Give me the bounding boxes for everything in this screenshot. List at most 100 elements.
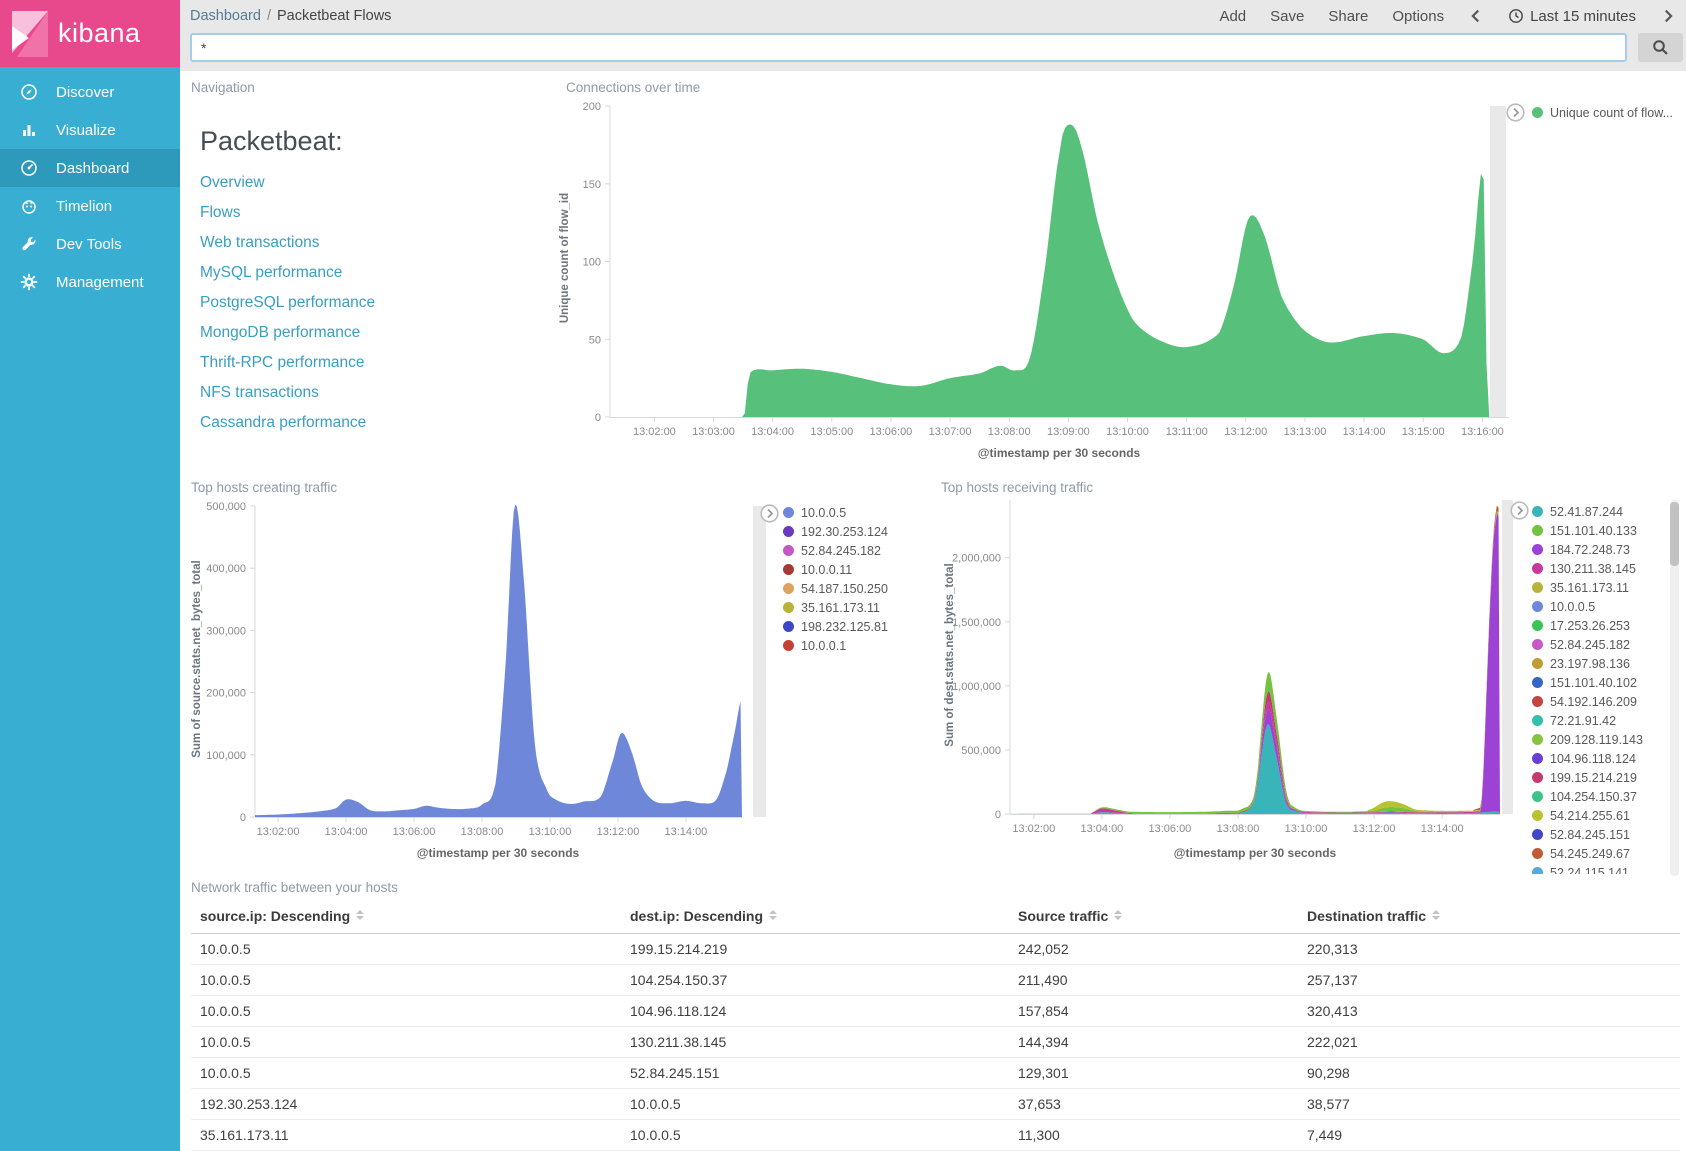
column-header-Destination traffic[interactable]: Destination traffic [1298,898,1680,934]
legend-item[interactable]: 10.0.0.1 [783,636,923,655]
nav-link-cassandra-performance[interactable]: Cassandra performance [200,408,375,438]
sidebar-item-dashboard[interactable]: Dashboard [0,149,180,187]
legend-toggle-icon[interactable] [760,504,779,523]
svg-text:13:10:00: 13:10:00 [1285,823,1328,835]
svg-text:13:09:00: 13:09:00 [1047,426,1090,438]
nav-link-overview[interactable]: Overview [200,168,375,198]
legend-item[interactable]: 151.101.40.102 [1532,673,1664,692]
sidebar-item-label: Management [56,274,144,291]
search-icon [1652,39,1669,56]
share-button[interactable]: Share [1328,8,1368,25]
legend-item[interactable]: 10.0.0.5 [1532,597,1664,616]
sidebar-item-discover[interactable]: Discover [0,73,180,111]
svg-text:13:06:00: 13:06:00 [1148,823,1191,835]
table-cell: 222,021 [1298,1027,1680,1058]
series-label: 54.192.146.209 [1550,695,1637,709]
series-color-dot [1532,658,1543,669]
svg-text:1,000,000: 1,000,000 [952,681,1001,693]
series-label: 23.197.98.136 [1550,657,1630,671]
kibana-logo[interactable]: kibana [0,0,180,67]
column-header-dest-ip[interactable]: dest.ip: Descending [621,898,1009,934]
legend-item[interactable]: 52.24.115.141 [1532,863,1664,874]
legend-item[interactable]: 198.232.125.81 [783,617,923,636]
sidebar-item-timelion[interactable]: Timelion [0,187,180,225]
legend-item[interactable]: 52.41.87.244 [1532,502,1664,521]
options-button[interactable]: Options [1392,8,1444,25]
legend-toggle-icon[interactable] [1510,501,1529,520]
legend-item[interactable]: 10.0.0.5 [783,503,923,522]
nav-link-web-transactions[interactable]: Web transactions [200,228,375,258]
legend-item[interactable]: 35.161.173.11 [1532,578,1664,597]
navigation-links: OverviewFlowsWeb transactionsMySQL perfo… [200,168,375,438]
sidebar-item-management[interactable]: Management [0,263,180,301]
legend-item[interactable]: 104.254.150.37 [1532,787,1664,806]
time-picker[interactable]: Last 15 minutes [1508,8,1636,25]
sidebar: kibana DiscoverVisualizeDashboardTimelio… [0,0,180,1151]
legend-item[interactable]: 10.0.0.11 [783,560,923,579]
svg-text:150: 150 [583,179,601,191]
legend-scrollbar[interactable] [1670,500,1679,876]
nav-link-nfs-transactions[interactable]: NFS transactions [200,378,375,408]
column-header-source-ip[interactable]: source.ip: Descending [191,898,621,934]
table-cell: 10.0.0.5 [191,1027,621,1058]
legend-item[interactable]: 72.21.91.42 [1532,711,1664,730]
series-color-dot [1532,525,1543,536]
legend-item[interactable]: 23.197.98.136 [1532,654,1664,673]
table-cell: 10.0.0.5 [191,934,621,965]
legend-item[interactable]: 130.211.38.145 [1532,559,1664,578]
sidebar-item-visualize[interactable]: Visualize [0,111,180,149]
svg-text:13:07:00: 13:07:00 [929,426,972,438]
legend-item[interactable]: 54.187.150.250 [783,579,923,598]
legend-item[interactable]: 52.84.245.151 [1532,825,1664,844]
save-button[interactable]: Save [1270,8,1304,25]
time-forward-chevron-icon[interactable] [1660,8,1676,24]
table-cell: 7,449 [1298,1120,1680,1151]
series-label: 52.84.245.182 [1550,638,1630,652]
table-cell: 104.254.150.37 [621,965,1009,996]
breadcrumb-dashboard-link[interactable]: Dashboard [190,8,261,24]
nav-link-mongodb-performance[interactable]: MongoDB performance [200,318,375,348]
legend-item[interactable]: 209.128.119.143 [1532,730,1664,749]
nav-link-mysql-performance[interactable]: MySQL performance [200,258,375,288]
series-label: 184.72.248.73 [1550,543,1630,557]
breadcrumb-separator: / [267,8,271,24]
legend-item[interactable]: 52.84.245.182 [1532,635,1664,654]
nav-link-thrift-rpc-performance[interactable]: Thrift-RPC performance [200,348,375,378]
sidebar-item-dev-tools[interactable]: Dev Tools [0,225,180,263]
svg-text:200: 200 [583,101,601,113]
legend-scrollbar-thumb[interactable] [1670,502,1679,566]
search-input[interactable] [190,33,1627,62]
svg-text:0: 0 [995,809,1001,821]
table-row: 10.0.0.5199.15.214.219242,052220,313 [191,934,1680,965]
legend-item[interactable]: 192.30.253.124 [783,522,923,541]
add-button[interactable]: Add [1219,8,1246,25]
legend-item[interactable]: 199.15.214.219 [1532,768,1664,787]
series-color-dot [1532,810,1543,821]
series-label: 17.253.26.253 [1550,619,1630,633]
legend-item[interactable]: 17.253.26.253 [1532,616,1664,635]
series-color-dot [1532,772,1543,783]
legend-item[interactable]: 104.96.118.124 [1532,749,1664,768]
legend-item[interactable]: 54.192.146.209 [1532,692,1664,711]
legend-item[interactable]: 35.161.173.11 [783,598,923,617]
nav-link-flows[interactable]: Flows [200,198,375,228]
svg-text:13:14:00: 13:14:00 [1421,823,1464,835]
series-color-dot [1532,715,1543,726]
legend-item[interactable]: 54.245.249.67 [1532,844,1664,863]
legend-item[interactable]: 184.72.248.73 [1532,540,1664,559]
series-label: 198.232.125.81 [801,620,888,634]
svg-text:13:13:00: 13:13:00 [1284,426,1327,438]
legend-item[interactable]: Unique count of flow... [1532,103,1686,122]
legend-item[interactable]: 54.214.255.61 [1532,806,1664,825]
time-back-chevron-icon[interactable] [1468,8,1484,24]
legend-item[interactable]: 151.101.40.133 [1532,521,1664,540]
visualize-bars-icon [20,121,38,139]
svg-text:13:16:00: 13:16:00 [1461,426,1504,438]
column-header-Source traffic[interactable]: Source traffic [1009,898,1298,934]
legend-item[interactable]: 52.84.245.182 [783,541,923,560]
legend-toggle-icon[interactable] [1506,103,1525,122]
nav-link-postgresql-performance[interactable]: PostgreSQL performance [200,288,375,318]
table-row: 10.0.0.5104.254.150.37211,490257,137 [191,965,1680,996]
svg-text:13:12:00: 13:12:00 [1353,823,1396,835]
search-button[interactable] [1638,33,1683,62]
